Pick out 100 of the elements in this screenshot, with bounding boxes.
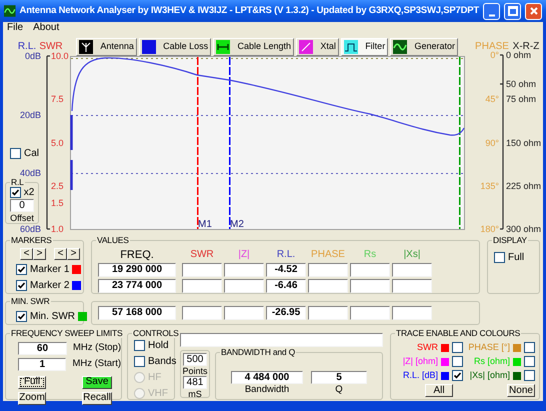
input-field[interactable]: -4.52 xyxy=(266,263,306,277)
input-field[interactable]: 5 xyxy=(311,371,367,384)
button[interactable]: Full xyxy=(18,376,46,388)
field-label: MHz (Stop) xyxy=(72,341,121,355)
square-icon xyxy=(142,40,156,54)
input-field[interactable] xyxy=(182,263,222,277)
checkbox-label: Hold xyxy=(148,339,169,353)
arrow-button[interactable]: < xyxy=(54,248,67,260)
checkbox[interactable] xyxy=(10,148,21,159)
input-field[interactable] xyxy=(350,306,390,320)
checkbox[interactable] xyxy=(16,280,27,291)
axis-tick-label: 2.5 xyxy=(51,181,64,191)
input-field[interactable]: 1 xyxy=(18,358,66,371)
input-field[interactable] xyxy=(180,333,383,347)
axis-tick-label: 300 ohm xyxy=(506,224,542,234)
arrow-button[interactable]: < xyxy=(20,248,33,260)
input-field[interactable]: 23 774 000 xyxy=(98,279,176,293)
tab[interactable]: Generator xyxy=(390,38,458,56)
input-field[interactable] xyxy=(308,306,348,320)
group-title: TRACE ENABLE AND COLOURS xyxy=(395,328,522,338)
group-title: FREQUENCY SWEEP LIMITS xyxy=(10,328,124,338)
input-field[interactable] xyxy=(224,263,264,277)
input-field[interactable] xyxy=(392,306,432,320)
menu-item[interactable]: About xyxy=(33,22,60,34)
trace-label: |Z| [ohm] xyxy=(402,354,438,368)
checkbox[interactable] xyxy=(524,370,535,381)
button[interactable]: Zoom xyxy=(18,392,46,404)
arrow-button[interactable]: > xyxy=(67,248,80,260)
button[interactable]: None xyxy=(507,384,535,397)
input-field[interactable] xyxy=(308,279,348,293)
maximize-icon xyxy=(506,4,520,18)
tab[interactable]: Filter xyxy=(340,38,388,56)
close-button[interactable] xyxy=(525,2,542,20)
tab[interactable]: Antenna xyxy=(76,38,137,56)
axis-tick-label: 135° xyxy=(480,181,499,191)
axis-tick-label: 1.0 xyxy=(51,224,64,234)
input-field[interactable]: 0 xyxy=(10,199,34,212)
axis-tick-label: 20dB xyxy=(20,110,41,120)
checkbox[interactable] xyxy=(524,356,535,367)
field-label: mS xyxy=(188,389,202,399)
checkbox[interactable] xyxy=(452,342,463,353)
axis-tick-label: 0dB xyxy=(24,51,41,61)
input-field[interactable]: 500 xyxy=(183,353,207,366)
input-field[interactable] xyxy=(350,263,390,277)
input-field[interactable]: 4 484 000 xyxy=(231,371,303,384)
input-field[interactable]: 481 xyxy=(183,376,207,389)
axis-tick-label: 150 ohm xyxy=(506,138,542,148)
checkbox[interactable] xyxy=(10,187,21,198)
trace-label: |Xs| [ohm] xyxy=(470,368,510,382)
arrow-button[interactable]: > xyxy=(33,248,46,260)
checkbox[interactable] xyxy=(16,311,27,322)
input-field[interactable] xyxy=(182,279,222,293)
axis-tick-label: 45° xyxy=(485,94,499,104)
group-title: BANDWIDTH and Q xyxy=(220,347,296,357)
checkbox[interactable] xyxy=(134,340,145,351)
menu-item[interactable]: File xyxy=(7,22,24,34)
checkbox-label: Marker 2 xyxy=(30,279,70,293)
input-field[interactable] xyxy=(308,263,348,277)
radio-label: HF xyxy=(148,371,162,385)
field-label: Offset xyxy=(10,213,34,223)
button[interactable]: Save xyxy=(82,376,112,388)
minimize-button[interactable] xyxy=(483,2,500,20)
input-field[interactable] xyxy=(224,279,264,293)
input-field[interactable]: -6.46 xyxy=(266,279,306,293)
trace-label: Rs [ohm] xyxy=(474,354,510,368)
input-field[interactable] xyxy=(224,306,264,320)
axis-tick-label: 50 ohm xyxy=(506,79,536,89)
tab[interactable]: Cable Loss xyxy=(138,38,212,56)
input-field[interactable]: 57 168 000 xyxy=(98,306,176,320)
checkbox-label: Bands xyxy=(148,355,176,369)
input-field[interactable]: -26.95 xyxy=(266,306,306,320)
checkbox[interactable] xyxy=(524,342,535,353)
axis-tick-label: 0 ohm xyxy=(506,50,532,60)
checkbox[interactable] xyxy=(16,264,27,275)
button[interactable]: Recall xyxy=(82,392,112,404)
field-label: Points xyxy=(182,366,208,376)
input-field[interactable]: 60 xyxy=(18,342,67,355)
input-field[interactable]: 19 290 000 xyxy=(98,263,176,277)
checkbox[interactable] xyxy=(452,356,463,367)
tab[interactable]: Cable Length xyxy=(213,38,294,56)
marker-label: M2 xyxy=(230,219,244,230)
checkbox-label: x2 xyxy=(24,187,34,198)
tab[interactable]: Xtal xyxy=(296,38,339,56)
axis-title: SWR xyxy=(39,41,63,52)
maximize-button[interactable] xyxy=(504,2,521,20)
input-field[interactable] xyxy=(392,279,432,293)
input-field[interactable] xyxy=(350,279,390,293)
button[interactable]: All xyxy=(425,384,453,397)
input-field[interactable] xyxy=(182,306,222,320)
group-title: MARKERS xyxy=(10,235,53,245)
column-header: FREQ. xyxy=(119,249,155,261)
column-header: |Xs| xyxy=(402,249,422,261)
checkbox[interactable] xyxy=(452,370,463,381)
axis-tick-label: 225 ohm xyxy=(506,181,542,191)
axis-title: X-R-Z xyxy=(512,41,540,52)
window-title: Antenna Network Analyser by IW3HEV & IW3IJZ - LPT&RS (V 1.3.2) - Updated by G3RXQ,SP3SWJ,SP7DPT xyxy=(20,4,479,18)
checkbox[interactable] xyxy=(494,252,505,263)
marker-label: M1 xyxy=(198,219,212,230)
checkbox[interactable] xyxy=(134,356,145,367)
input-field[interactable] xyxy=(392,263,432,277)
